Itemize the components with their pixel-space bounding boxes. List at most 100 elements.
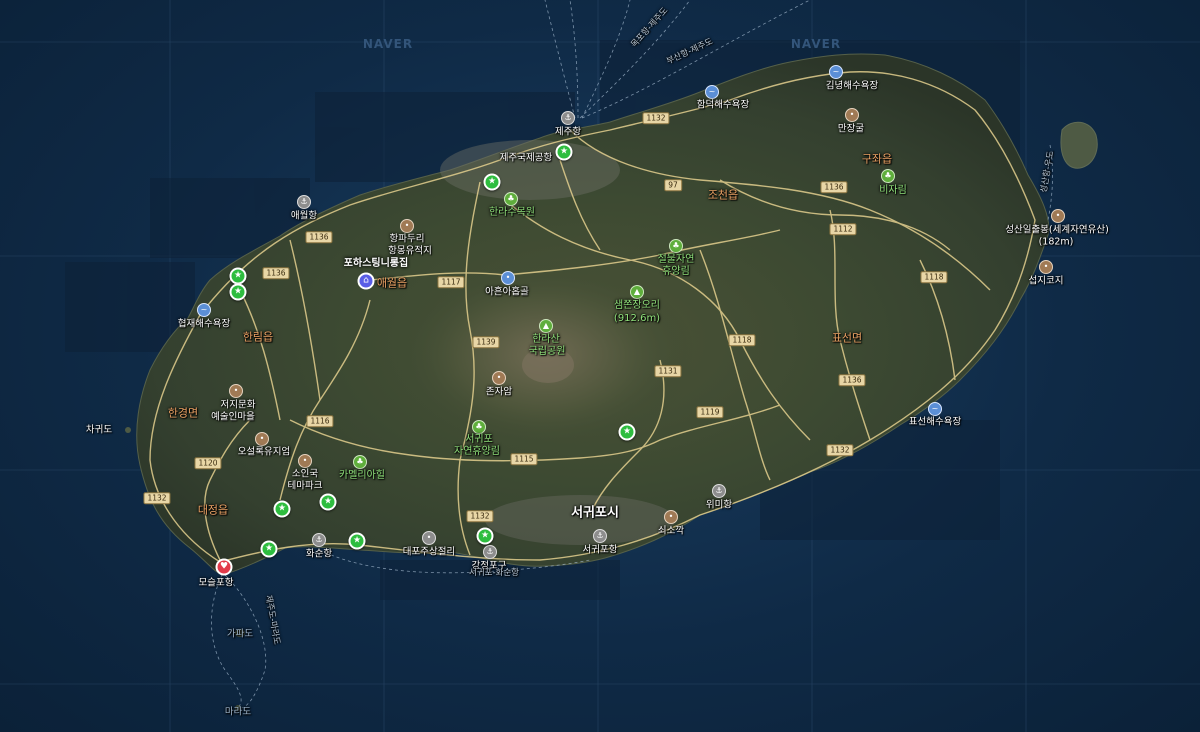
place-marker-icon[interactable]: • [422, 531, 436, 545]
road-number-shield: 1118 [920, 271, 948, 283]
port-marker-icon[interactable]: ⚓ [483, 545, 497, 559]
place-marker-icon[interactable]: • [400, 219, 414, 233]
star-marker-icon[interactable]: ★ [273, 500, 291, 518]
star-marker-icon[interactable]: ★ [229, 267, 247, 285]
port-marker-icon[interactable]: ⚓ [561, 111, 575, 125]
place-label: 소인국 [291, 468, 319, 480]
star-marker-icon[interactable]: ★ [618, 423, 636, 441]
road-number-shield: 1131 [654, 365, 682, 377]
road-number-shield: 1139 [472, 336, 500, 348]
place-label: 김녕해수욕장 [825, 80, 879, 92]
park-marker-icon[interactable]: ♣ [669, 239, 683, 253]
naver-watermark: NAVER [362, 37, 414, 51]
place-label: 가파도 [226, 628, 254, 640]
place-marker-icon[interactable]: • [1039, 260, 1053, 274]
place-label: 위미항 [705, 499, 733, 511]
star-marker-icon[interactable]: ★ [319, 493, 337, 511]
port-marker-icon[interactable]: ⚓ [297, 195, 311, 209]
star-marker-icon[interactable]: ★ [483, 173, 501, 191]
place-label: 쇠소깍 [657, 525, 685, 537]
road-number-shield: 1136 [838, 374, 866, 386]
port-marker-icon[interactable]: ⚓ [712, 484, 726, 498]
park-marker-icon[interactable]: ♣ [353, 455, 367, 469]
road-number-shield: 1118 [728, 334, 756, 346]
road-number-shield: 1119 [696, 406, 724, 418]
home-label: 포하스팅니롱집 [343, 258, 409, 269]
city-label-seogwipo: 서귀포시 [571, 505, 619, 521]
road-number-shield: 1136 [262, 267, 290, 279]
place-marker-icon[interactable]: • [845, 108, 859, 122]
place-label: 협재해수욕장 [177, 318, 231, 330]
road-number-shield: 97 [664, 179, 682, 191]
place-label: 한라산 [532, 334, 560, 345]
place-marker-icon[interactable]: • [492, 371, 506, 385]
place-label: 섭지코지 [1028, 275, 1064, 287]
road-number-shield: 1116 [306, 415, 334, 427]
park-marker-icon[interactable]: ▲ [539, 319, 553, 333]
port-marker-icon[interactable]: ⚓ [312, 533, 326, 547]
road-number-shield: 1132 [642, 112, 670, 124]
place-label: 테마파크 [287, 480, 323, 492]
star-marker-icon[interactable]: ★ [476, 527, 494, 545]
place-label: 항파두리 [389, 233, 425, 245]
place-label: 카멜리아힐 [339, 470, 385, 481]
star-marker-icon[interactable]: ★ [260, 540, 278, 558]
place-label: 화순항 [305, 548, 333, 560]
place-label: 예술인마을 [211, 411, 255, 423]
place-label: 한라수목원 [489, 207, 535, 218]
star-marker-icon[interactable]: ★ [555, 143, 573, 161]
region-label-hangyeong: 한경면 [167, 406, 199, 420]
place-marker-icon[interactable]: • [664, 510, 678, 524]
place-marker-icon[interactable]: • [229, 384, 243, 398]
beach-marker-icon[interactable]: ~ [928, 402, 942, 416]
road-number-shield: 1120 [194, 457, 222, 469]
place-label: (182m) [1038, 236, 1074, 248]
place-label: 비자림 [879, 185, 907, 196]
park-marker-icon[interactable]: ♣ [472, 420, 486, 434]
map-view[interactable]: NAVER NAVER 한림읍 한경면 대정읍 구좌읍 조천읍 표선면 애월읍 … [0, 0, 1200, 732]
place-label: 대포주상절리 [402, 546, 456, 558]
place-marker-icon[interactable]: • [255, 432, 269, 446]
place-label: 함덕해수욕장 [696, 99, 750, 111]
region-label-gujwa: 구좌읍 [861, 152, 893, 166]
road-number-shield: 1136 [820, 181, 848, 193]
place-label: 제주항 [554, 126, 582, 138]
region-label-hallim: 한림읍 [242, 330, 274, 344]
road-number-shield: 1115 [510, 453, 538, 465]
beach-marker-icon[interactable]: ~ [197, 303, 211, 317]
place-label: 절물자연 [657, 254, 695, 265]
beach-marker-icon[interactable]: ~ [829, 65, 843, 79]
star-marker-icon[interactable]: ★ [229, 283, 247, 301]
star-marker-icon[interactable]: ★ [348, 532, 366, 550]
naver-watermark: NAVER [790, 37, 842, 51]
place-label: 표선해수욕장 [908, 416, 962, 428]
region-label-jocheon: 조천읍 [707, 188, 739, 202]
park-marker-icon[interactable]: ♣ [504, 192, 518, 206]
place-label: 차귀도 [85, 424, 113, 436]
place-label: 오설록유지엄 [237, 446, 291, 458]
place-label: 저지문화 [220, 399, 256, 411]
chagwido-island [125, 427, 131, 433]
place-marker-icon[interactable]: • [501, 271, 515, 285]
place-label: 성산일출봉(세계자연유산) [1005, 224, 1109, 236]
udo-island [1060, 121, 1098, 169]
place-label: 항몽유적지 [388, 245, 432, 257]
place-label: 만장굴 [837, 123, 865, 135]
port-marker-icon[interactable]: ⚓ [593, 529, 607, 543]
heart-marker-icon[interactable]: ♥ [215, 558, 233, 576]
place-marker-icon[interactable]: • [1051, 209, 1065, 223]
region-label-daejeong: 대정읍 [197, 503, 229, 517]
map-base-layer [0, 0, 1200, 732]
place-label: 제주국제공항 [499, 152, 553, 164]
home-marker-icon[interactable]: ⌂ [357, 272, 375, 290]
road-number-shield: 1136 [305, 231, 333, 243]
place-label: 서귀포항 [582, 544, 618, 556]
region-label-pyoseon: 표선면 [831, 331, 863, 345]
beach-marker-icon[interactable]: ~ [705, 85, 719, 99]
place-label: 샘쫀장오리 [614, 300, 660, 311]
place-label: 서귀포 [465, 434, 493, 445]
park-marker-icon[interactable]: ♣ [881, 169, 895, 183]
place-label: 국립공원 [528, 346, 566, 357]
place-marker-icon[interactable]: • [298, 454, 312, 468]
park-marker-icon[interactable]: ▲ [630, 285, 644, 299]
